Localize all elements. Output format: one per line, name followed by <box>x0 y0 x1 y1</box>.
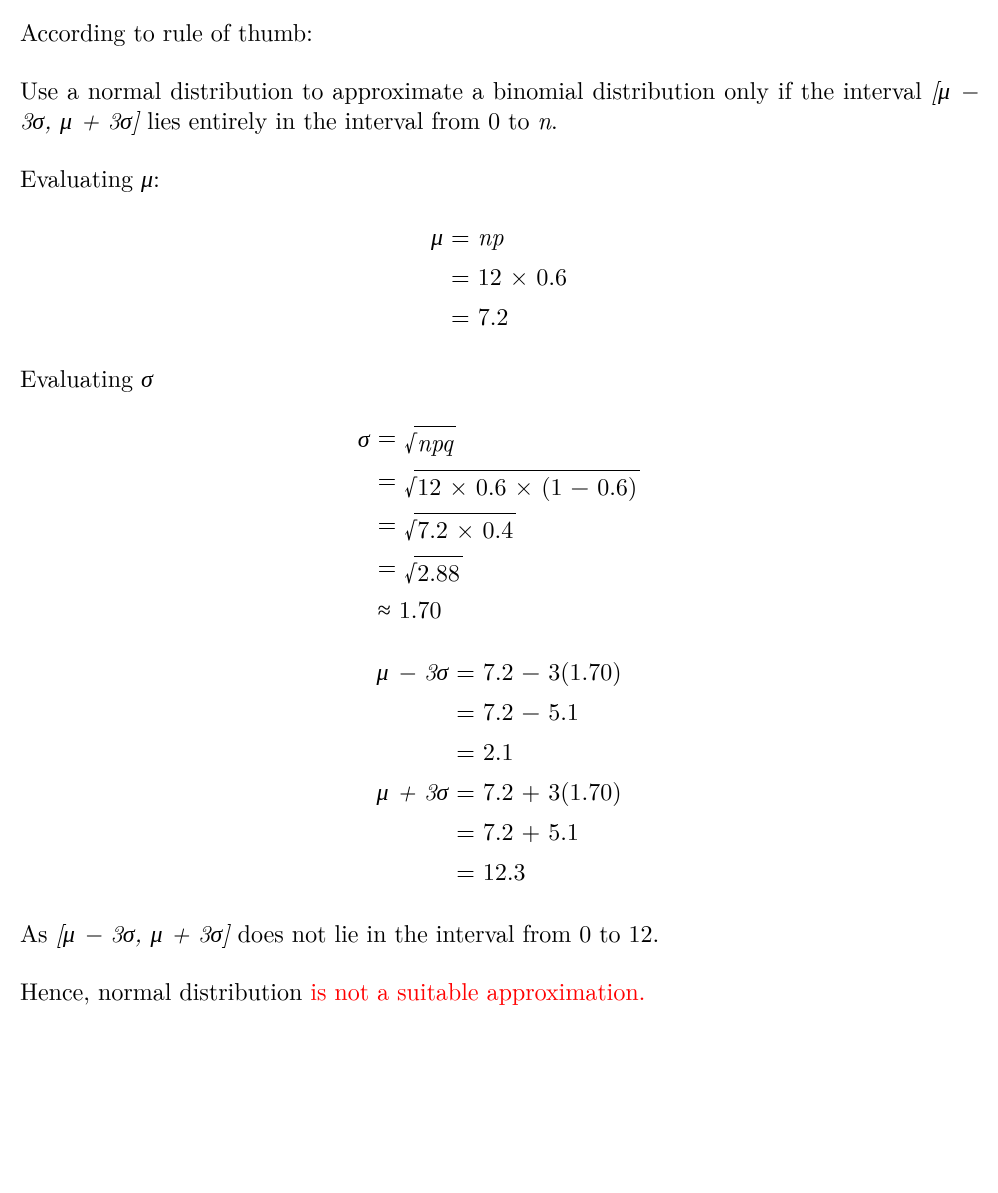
bounds-step-5-rhs: = 12.3 <box>456 855 621 885</box>
bounds-step-0-rhs: = 7.2 − 3(1.70) <box>456 655 621 685</box>
sqrt-icon: √7.2 × 0.4 <box>404 513 516 540</box>
sqrt-icon: √12 × 0.6 × (1 − 0.6) <box>404 470 640 497</box>
mu-step-2-rhs: = 7.2 <box>451 300 567 330</box>
bounds-derivation: μ − 3σ = 7.2 − 3(1.70) = 7.2 − 5.1 = 2.1… <box>20 655 978 885</box>
bounds-step-2-rhs: = 2.1 <box>456 735 621 765</box>
bounds-step-3-rhs: = 7.2 + 3(1.70) <box>456 775 621 805</box>
sigma-step-2-rhs: = √7.2 × 0.4 <box>378 507 641 540</box>
mu-step-0-rhs: = np <box>451 220 567 250</box>
conclusion-b-red: is not a suitable approximation. <box>310 973 645 1007</box>
sigma-heading-var: σ <box>141 360 153 394</box>
conclusion-a-post: does not lie in the interval from 0 to 1… <box>230 915 660 949</box>
rule-pre: Use a normal distribution to approximate… <box>20 72 931 106</box>
mu-heading-var: μ <box>141 160 153 194</box>
sigma-derivation: σ = √npq = √12 × 0.6 × (1 − 0.6) = √7.2 … <box>20 420 978 623</box>
rule-statement: Use a normal distribution to approximate… <box>20 74 978 134</box>
mu-heading: Evaluating μ: <box>20 162 978 192</box>
intro-line1: According to rule of thumb: <box>20 14 313 48</box>
sigma-step-0-lhs: σ <box>358 422 370 452</box>
mu-derivation: μ = np = 12 × 0.6 = 7.2 <box>20 220 978 330</box>
conclusion-b-pre: Hence, normal distribution <box>20 973 310 1007</box>
mu-heading-text-b: : <box>153 160 160 194</box>
rule-n: n <box>537 102 551 136</box>
sigma-step-4-rhs: ≈ 1.70 <box>378 593 641 623</box>
sigma-heading: Evaluating σ <box>20 362 978 392</box>
sqrt-icon: √2.88 <box>404 556 463 583</box>
bounds-step-4-rhs: = 7.2 + 5.1 <box>456 815 621 845</box>
rule-post-b: . <box>551 102 558 136</box>
bounds-step-0-lhs: μ − 3σ <box>376 655 448 685</box>
bounds-step-1-rhs: = 7.2 − 5.1 <box>456 695 621 725</box>
mu-step-1-rhs: = 12 × 0.6 <box>451 260 567 290</box>
sigma-step-1-rhs: = √12 × 0.6 × (1 − 0.6) <box>378 463 641 496</box>
sigma-heading-text: Evaluating <box>20 360 141 394</box>
mu-step-0-lhs: μ <box>431 220 443 250</box>
conclusion-line-b: Hence, normal distribution is not a suit… <box>20 975 978 1005</box>
intro-rule-of-thumb: According to rule of thumb: <box>20 16 978 46</box>
sigma-step-3-rhs: = √2.88 <box>378 550 641 583</box>
conclusion-line-a: As [μ − 3σ, μ + 3σ] does not lie in the … <box>20 917 978 947</box>
sqrt-icon: √npq <box>404 426 455 453</box>
conclusion-a-pre: As <box>20 915 55 949</box>
conclusion-a-interval: [μ − 3σ, μ + 3σ] <box>55 915 229 949</box>
rule-post-a: lies entirely in the interval from 0 to <box>139 102 537 136</box>
bounds-step-3-lhs: μ + 3σ <box>376 775 448 805</box>
sigma-step-0-rhs: = √npq <box>378 420 641 453</box>
mu-heading-text-a: Evaluating <box>20 160 141 194</box>
